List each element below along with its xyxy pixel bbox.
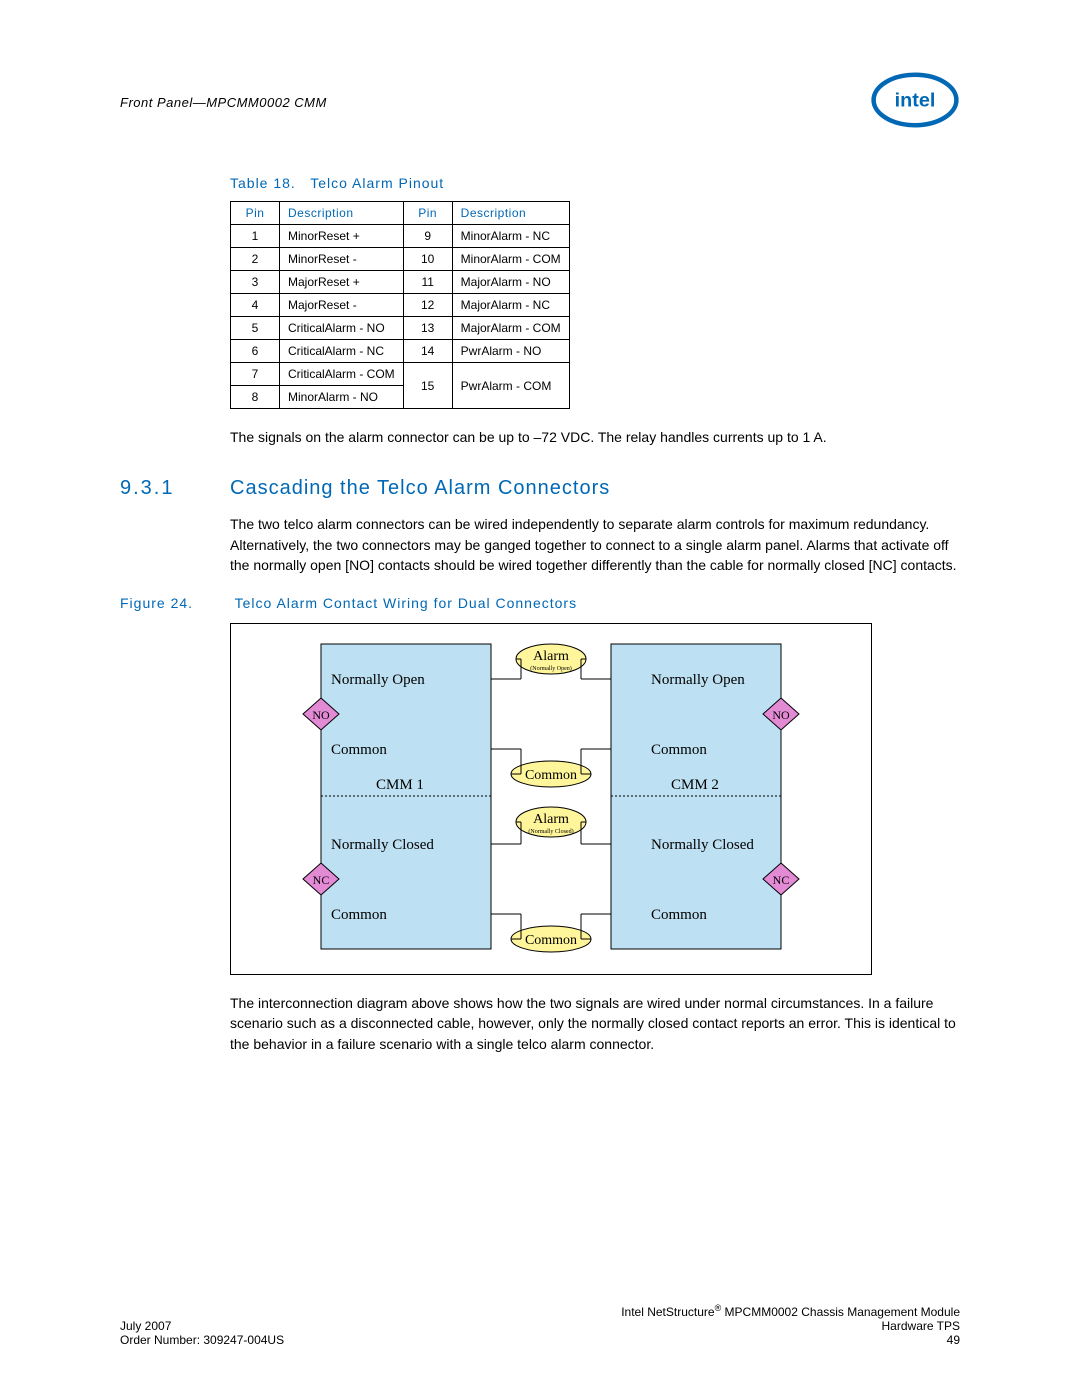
svg-text:Normally Open: Normally Open [651, 672, 745, 688]
section-heading: 9.3.1 Cascading the Telco Alarm Connecto… [120, 477, 960, 500]
paragraph: The interconnection diagram above shows … [230, 993, 960, 1054]
section-title: Cascading the Telco Alarm Connectors [230, 477, 610, 500]
svg-text:Common: Common [331, 742, 387, 758]
table-caption: Table 18. Telco Alarm Pinout [230, 175, 960, 191]
header-breadcrumb: Front Panel—MPCMM0002 CMM [120, 95, 327, 110]
figure-caption: Figure 24. Telco Alarm Contact Wiring fo… [120, 595, 960, 611]
intel-logo: intel [870, 70, 960, 135]
th-pin: Pin [231, 202, 280, 225]
footer-order: Order Number: 309247-004US [120, 1333, 284, 1347]
pinout-table: Pin Description Pin Description 1 MinorR… [230, 201, 570, 409]
svg-text:Common: Common [651, 742, 707, 758]
svg-text:Common: Common [525, 768, 577, 783]
paragraph: The two telco alarm connectors can be wi… [230, 514, 960, 575]
th-pin: Pin [403, 202, 452, 225]
page-header: Front Panel—MPCMM0002 CMM intel [120, 70, 960, 135]
table-row: 4 MajorReset - 12 MajorAlarm - NC [231, 294, 570, 317]
th-desc: Description [452, 202, 569, 225]
svg-text:NO: NO [772, 708, 790, 722]
table-row: 5 CriticalAlarm - NO 13 MajorAlarm - COM [231, 317, 570, 340]
paragraph: The signals on the alarm connector can b… [230, 427, 960, 447]
footer-doc: Hardware TPS [621, 1319, 960, 1333]
svg-text:NC: NC [313, 873, 330, 887]
table-row: 1 MinorReset + 9 MinorAlarm - NC [231, 225, 570, 248]
svg-text:Normally Open: Normally Open [331, 672, 425, 688]
svg-text:Common: Common [525, 933, 577, 948]
table-row: 6 CriticalAlarm - NC 14 PwrAlarm - NO [231, 340, 570, 363]
figure-title: Telco Alarm Contact Wiring for Dual Conn… [235, 595, 577, 611]
svg-text:Common: Common [651, 907, 707, 923]
svg-text:Normally Closed: Normally Closed [331, 837, 434, 853]
footer-product: Intel NetStructure® MPCMM0002 Chassis Ma… [621, 1303, 960, 1319]
section-number: 9.3.1 [120, 477, 230, 500]
table-label: Table 18. [230, 175, 296, 191]
svg-text:NC: NC [773, 873, 790, 887]
table-row: 7 CriticalAlarm - COM 15 PwrAlarm - COM [231, 363, 570, 386]
svg-text:(Normally Closed): (Normally Closed) [528, 828, 573, 835]
table-row: 2 MinorReset - 10 MinorAlarm - COM [231, 248, 570, 271]
th-desc: Description [280, 202, 404, 225]
svg-text:Alarm: Alarm [533, 649, 569, 664]
wiring-diagram: Normally Open Common CMM 1 Normally Clos… [230, 623, 872, 975]
footer-date: July 2007 [120, 1319, 284, 1333]
svg-text:(Normally Open): (Normally Open) [530, 665, 572, 672]
svg-text:Normally Closed: Normally Closed [651, 837, 754, 853]
svg-text:Alarm: Alarm [533, 812, 569, 827]
table-title: Telco Alarm Pinout [310, 175, 444, 191]
svg-text:Common: Common [331, 907, 387, 923]
table-row: 3 MajorReset + 11 MajorAlarm - NO [231, 271, 570, 294]
figure-label: Figure 24. [120, 595, 230, 611]
svg-text:CMM 1: CMM 1 [376, 777, 424, 793]
svg-text:CMM 2: CMM 2 [671, 777, 719, 793]
footer-page: 49 [621, 1333, 960, 1347]
svg-text:NO: NO [312, 708, 330, 722]
svg-text:intel: intel [895, 89, 936, 111]
